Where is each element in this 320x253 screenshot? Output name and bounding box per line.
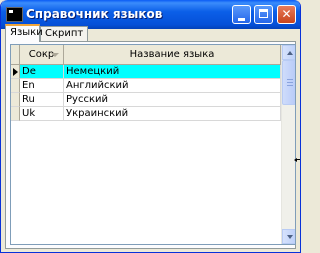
- maximize-icon: [259, 9, 268, 18]
- table-row[interactable]: De Немецкий: [11, 65, 281, 79]
- row-indicator: [11, 93, 20, 107]
- title-bar[interactable]: Справочник языков ✕: [1, 0, 300, 29]
- languages-grid[interactable]: Сокр Название языка De Немецкий En Англи…: [10, 44, 296, 245]
- scroll-up-button[interactable]: [282, 45, 295, 60]
- row-indicator-icon: [13, 68, 18, 76]
- cell-code[interactable]: Uk: [20, 107, 64, 121]
- scroll-down-button[interactable]: [282, 229, 295, 244]
- cell-name[interactable]: Украинский: [64, 107, 281, 121]
- thumb-grip: [287, 79, 293, 80]
- cell-code[interactable]: De: [20, 65, 64, 79]
- row-indicator: [11, 65, 20, 79]
- table-row[interactable]: En Английский: [11, 79, 281, 93]
- resize-cursor-bar: [297, 159, 300, 160]
- tab-script[interactable]: Скрипт: [40, 26, 88, 41]
- scroll-thumb[interactable]: [282, 60, 295, 105]
- cell-code[interactable]: Ru: [20, 93, 64, 107]
- column-header-name[interactable]: Название языка: [64, 45, 281, 65]
- cell-name[interactable]: Английский: [64, 79, 281, 93]
- scroll-up-icon: [287, 51, 293, 55]
- row-indicator: [11, 79, 20, 93]
- maximize-button[interactable]: [254, 5, 273, 24]
- cell-name[interactable]: Русский: [64, 93, 281, 107]
- close-icon: ✕: [281, 7, 292, 21]
- cell-name[interactable]: Немецкий: [64, 65, 281, 79]
- minimize-icon: [238, 18, 245, 21]
- language-directory-window: Справочник языков ✕ Языки Скрипт Сокр На…: [0, 0, 301, 253]
- app-icon[interactable]: [6, 7, 23, 22]
- window-title: Справочник языков: [26, 7, 163, 21]
- scroll-down-icon: [287, 235, 293, 239]
- thumb-grip: [287, 82, 293, 83]
- minimize-button[interactable]: [232, 5, 251, 24]
- table-row[interactable]: Ru Русский: [11, 93, 281, 107]
- cell-code[interactable]: En: [20, 79, 64, 93]
- resize-cursor-icon: [294, 155, 300, 164]
- close-button[interactable]: ✕: [277, 5, 296, 24]
- table-row[interactable]: Uk Украинский: [11, 107, 281, 121]
- vertical-scrollbar[interactable]: [281, 45, 295, 244]
- grid-header: Сокр Название языка: [11, 45, 281, 65]
- sort-icon: [51, 53, 59, 57]
- thumb-grip: [287, 85, 293, 86]
- indicator-header: [11, 45, 20, 65]
- tab-languages[interactable]: Языки: [5, 24, 43, 42]
- column-header-code[interactable]: Сокр: [20, 45, 64, 65]
- row-indicator: [11, 107, 20, 121]
